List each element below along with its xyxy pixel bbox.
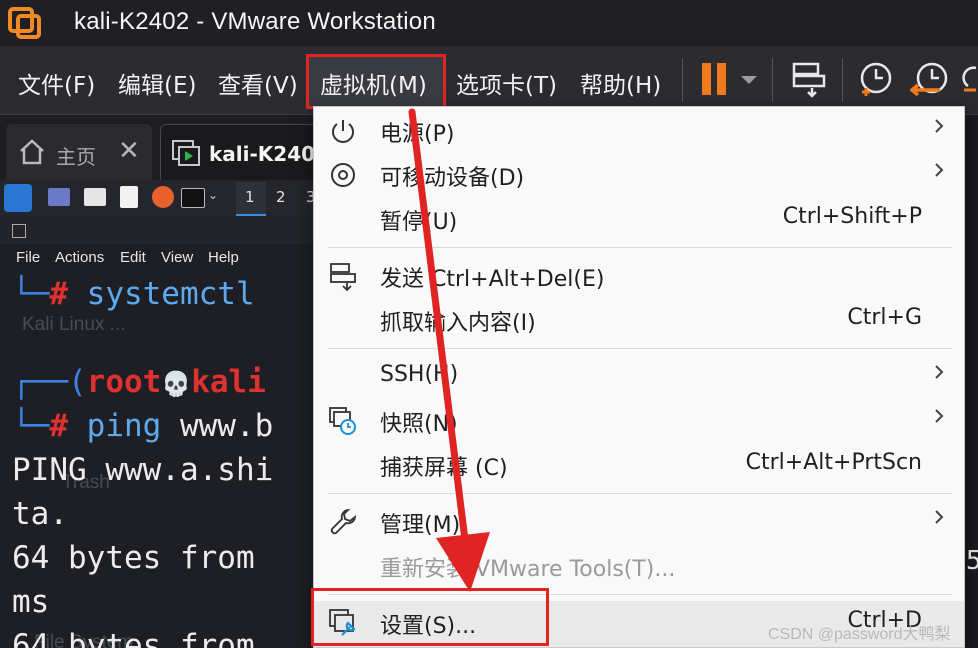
removable-device-icon — [331, 163, 355, 187]
close-icon[interactable]: ✕ — [118, 136, 140, 166]
menu-edit[interactable]: 编辑(E) — [118, 66, 196, 100]
wrench-icon — [330, 508, 357, 535]
menu-help[interactable]: 帮助(H) — [580, 66, 661, 100]
chevron-right-icon — [935, 365, 944, 379]
snapshot-revert-icon[interactable] — [910, 60, 950, 100]
snapshot-icon — [329, 407, 356, 435]
terminal-prompt-line: ┌──(root💀kali — [12, 364, 266, 400]
kali-menu-icon[interactable] — [4, 184, 32, 212]
home-icon — [20, 139, 44, 165]
send-keys-icon — [330, 263, 356, 291]
terminal-window-icon — [12, 224, 26, 238]
terminal-line: PING www.a.shi — [12, 452, 274, 488]
menu-file[interactable]: 文件(F) — [18, 66, 95, 100]
workspace-1[interactable]: 1 — [245, 188, 255, 206]
skull-icon: 💀 — [161, 370, 192, 398]
terminal-line: 64 bytes from — [12, 540, 255, 576]
toolbar-separator — [682, 58, 683, 102]
tab-home[interactable]: 主页 ✕ — [6, 124, 152, 180]
send-ctrl-alt-del-icon[interactable] — [790, 60, 828, 98]
terminal-line: ta. — [12, 496, 68, 532]
terminal-menu-edit[interactable]: Edit — [120, 249, 146, 266]
vm-running-icon — [172, 140, 200, 166]
shortcut-label: Ctrl+Alt+PrtScn — [745, 450, 922, 475]
terminal-line: ms — [12, 584, 50, 620]
chevron-down-icon[interactable]: ⌄ — [208, 188, 218, 202]
settings-highlight-box — [311, 588, 549, 646]
menu-item-removable-devices[interactable]: 可移动设备(D) — [314, 153, 964, 197]
menu-item-reinstall-tools: 重新安装 VMware Tools(T)... — [380, 557, 676, 582]
power-icon — [332, 120, 354, 143]
terminal-menu-view[interactable]: View — [161, 249, 193, 266]
shortcut-label: Ctrl+Shift+P — [782, 204, 922, 229]
menu-item-power[interactable]: 电源(P) — [314, 109, 964, 153]
terminal-menu-file[interactable]: File — [16, 249, 40, 266]
terminal-output[interactable]: └─# systemctl ┌──(root💀kali └─# ping www… — [0, 274, 318, 648]
vmware-logo-icon — [8, 7, 41, 39]
menu-item-manage[interactable]: 管理(M) — [314, 500, 964, 544]
workspace-2[interactable]: 2 — [276, 188, 286, 206]
menu-item-grab-input[interactable]: 抓取输入内容(I) Ctrl+G — [314, 298, 964, 342]
terminal-line: 64 bytes from — [12, 628, 255, 648]
menu-separator — [328, 493, 952, 494]
pause-icon[interactable] — [700, 60, 732, 98]
partial-right-text: 5 — [966, 546, 978, 576]
terminal-titlebar — [0, 216, 318, 244]
tab-home-label: 主页 — [56, 145, 96, 169]
show-desktop-icon[interactable] — [48, 188, 70, 206]
tab-kali[interactable]: kali-K240 — [160, 124, 318, 180]
toolbar-separator — [842, 58, 843, 102]
menu-separator — [328, 348, 952, 349]
menu-view[interactable]: 查看(V) — [218, 66, 298, 100]
snapshot-manager-icon[interactable] — [962, 64, 978, 100]
vm-dropdown-menu: 电源(P) 可移动设备(D) 暂停(U) Ctrl+Shift+P 发送 Ctr… — [313, 106, 965, 648]
menu-item-snapshot[interactable]: 快照(N) — [314, 399, 964, 443]
menu-item-send-ctrl-alt-del[interactable]: 发送 Ctrl+Alt+Del(E) — [314, 254, 964, 298]
chevron-down-icon[interactable] — [740, 74, 758, 86]
terminal-icon[interactable] — [181, 188, 205, 208]
menu-separator — [328, 247, 952, 248]
watermark: CSDN @password大鸭梨 — [768, 626, 951, 643]
chevron-right-icon — [935, 510, 944, 524]
toolbar-separator — [772, 58, 773, 102]
menu-item-ssh[interactable]: SSH(H) — [314, 355, 964, 399]
firefox-icon[interactable] — [152, 186, 174, 208]
terminal-line: └─# ping www.b — [12, 408, 274, 444]
file-manager-icon[interactable] — [84, 188, 106, 206]
title-bar: kali-K2402 - VMware Workstation — [0, 0, 978, 46]
chevron-right-icon — [935, 409, 944, 423]
menu-tabs[interactable]: 选项卡(T) — [456, 66, 557, 100]
kali-taskbar: ⌄ 1 2 3 — [0, 180, 318, 217]
terminal-menu-actions[interactable]: Actions — [55, 249, 104, 266]
snapshot-take-icon[interactable] — [856, 60, 896, 100]
terminal-line: └─# systemctl — [12, 276, 255, 312]
tab-kali-label: kali-K240 — [209, 142, 316, 166]
menu-item-capture-screen[interactable]: 捕获屏幕 (C) Ctrl+Alt+PrtScn — [314, 443, 964, 487]
menu-item-pause[interactable]: 暂停(U) Ctrl+Shift+P — [314, 197, 964, 241]
window-title: kali-K2402 - VMware Workstation — [74, 8, 436, 35]
menu-vm[interactable]: 虚拟机(M) — [320, 66, 427, 100]
vm-guest-display[interactable]: ⌄ 1 2 3 File Actions Edit View Help Kali… — [0, 180, 318, 648]
text-editor-icon[interactable] — [120, 186, 138, 208]
terminal-menu-help[interactable]: Help — [208, 249, 239, 266]
shortcut-label: Ctrl+G — [847, 305, 922, 330]
chevron-right-icon — [935, 119, 944, 133]
chevron-right-icon — [935, 163, 944, 177]
